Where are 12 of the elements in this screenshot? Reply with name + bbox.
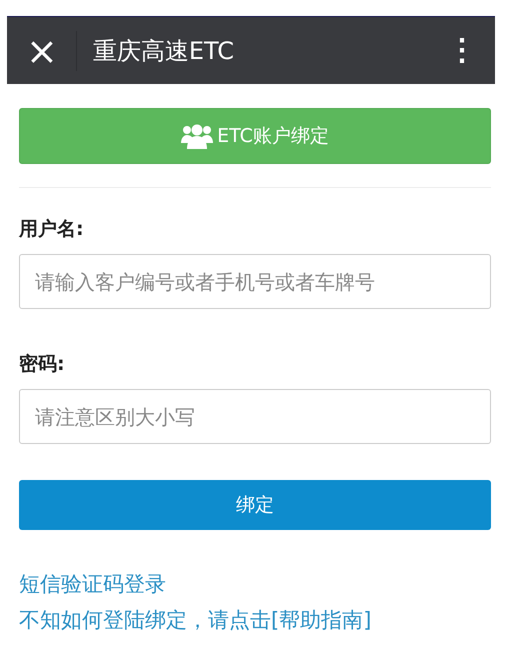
password-field[interactable]: 请注意区别大小写 — [19, 389, 491, 444]
close-button[interactable]: × — [22, 32, 62, 70]
username-field[interactable]: 请输入客户编号或者手机号或者车牌号 — [19, 254, 491, 309]
bind-button[interactable]: 绑定 — [19, 480, 491, 530]
link[interactable]: 短信验证码登录 — [19, 570, 166, 598]
link[interactable]: 不知如何登陆绑定，请点击[帮助指南] — [19, 606, 372, 634]
menu-button[interactable]: ⋮ — [443, 36, 481, 66]
field-label: 用户名: — [19, 217, 85, 242]
users-icon — [181, 123, 214, 149]
field-label: 密码: — [19, 352, 66, 377]
page-title: 重庆高速ETC — [92, 36, 236, 66]
account-bind-button[interactable]: ETC账户绑定 — [19, 108, 491, 164]
